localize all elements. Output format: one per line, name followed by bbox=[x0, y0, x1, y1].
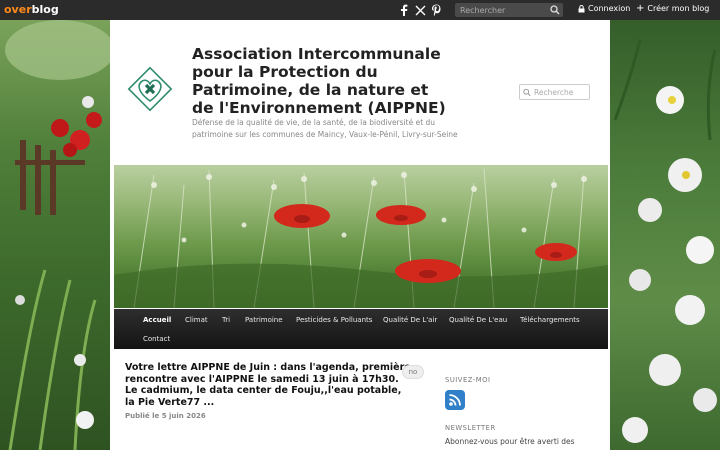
logo-blog: blog bbox=[31, 3, 59, 16]
x-icon[interactable] bbox=[413, 3, 427, 17]
nav-item-climat[interactable]: Climat bbox=[185, 316, 208, 324]
search-icon bbox=[523, 88, 531, 96]
pinterest-icon[interactable] bbox=[429, 3, 443, 17]
topbar-search[interactable] bbox=[455, 3, 563, 17]
topbar-search-input[interactable] bbox=[455, 5, 545, 15]
nav-item-qualite-air[interactable]: Qualité De L'air bbox=[383, 316, 437, 324]
nav-item-telechargements[interactable]: Téléchargements bbox=[520, 316, 580, 324]
search-icon[interactable] bbox=[550, 5, 560, 15]
nav-item-qualite-eau[interactable]: Qualité De L'eau bbox=[449, 316, 507, 324]
nav-item-tri[interactable]: Tri bbox=[222, 316, 230, 324]
nav-item-accueil[interactable]: Accueil bbox=[143, 316, 171, 324]
main-navigation: Accueil Climat Tri Patrimoine Pesticides… bbox=[114, 309, 608, 349]
nav-item-contact[interactable]: Contact bbox=[143, 335, 170, 343]
site-description: Défense de la qualité de vie, de la sant… bbox=[192, 118, 458, 139]
blog-search-input[interactable] bbox=[534, 87, 589, 97]
main-content-column: Association Intercommunale pour la Prote… bbox=[110, 20, 610, 450]
aippne-logo[interactable] bbox=[127, 66, 173, 112]
newsletter-heading: NEWSLETTER bbox=[445, 424, 496, 432]
connexion-link[interactable]: Connexion bbox=[578, 4, 630, 13]
nav-item-patrimoine[interactable]: Patrimoine bbox=[245, 316, 283, 324]
plus-icon: + bbox=[636, 2, 645, 14]
connexion-label: Connexion bbox=[588, 4, 631, 13]
background-right-flowers bbox=[610, 20, 720, 450]
create-blog-link[interactable]: + Créer mon blog bbox=[636, 2, 710, 14]
facebook-icon[interactable] bbox=[397, 3, 411, 17]
blog-search[interactable] bbox=[519, 84, 590, 100]
article-publish-date: Publié le 5 juin 2026 bbox=[125, 412, 206, 420]
header-banner-image bbox=[114, 165, 608, 308]
article-title-link[interactable]: Votre lettre AIPPNE de Juin : dans l'age… bbox=[125, 362, 413, 408]
comment-count-badge[interactable]: no bbox=[402, 365, 424, 379]
create-blog-label: Créer mon blog bbox=[647, 4, 710, 13]
site-title[interactable]: Association Intercommunale pour la Prote… bbox=[192, 45, 452, 117]
nav-item-pesticides[interactable]: Pesticides & Polluants bbox=[296, 316, 372, 324]
background-left-garden bbox=[0, 20, 110, 450]
newsletter-description: Abonnez-vous pour être averti des bbox=[445, 437, 575, 446]
follow-heading: SUIVEZ-MOI bbox=[445, 376, 491, 384]
logo-over: over bbox=[4, 3, 32, 16]
overblog-logo[interactable]: overblog bbox=[4, 3, 59, 16]
lock-icon bbox=[578, 4, 585, 12]
rss-feed-icon[interactable] bbox=[445, 390, 465, 410]
overblog-topbar: overblog Connexion + Créer mon blog bbox=[0, 0, 720, 20]
